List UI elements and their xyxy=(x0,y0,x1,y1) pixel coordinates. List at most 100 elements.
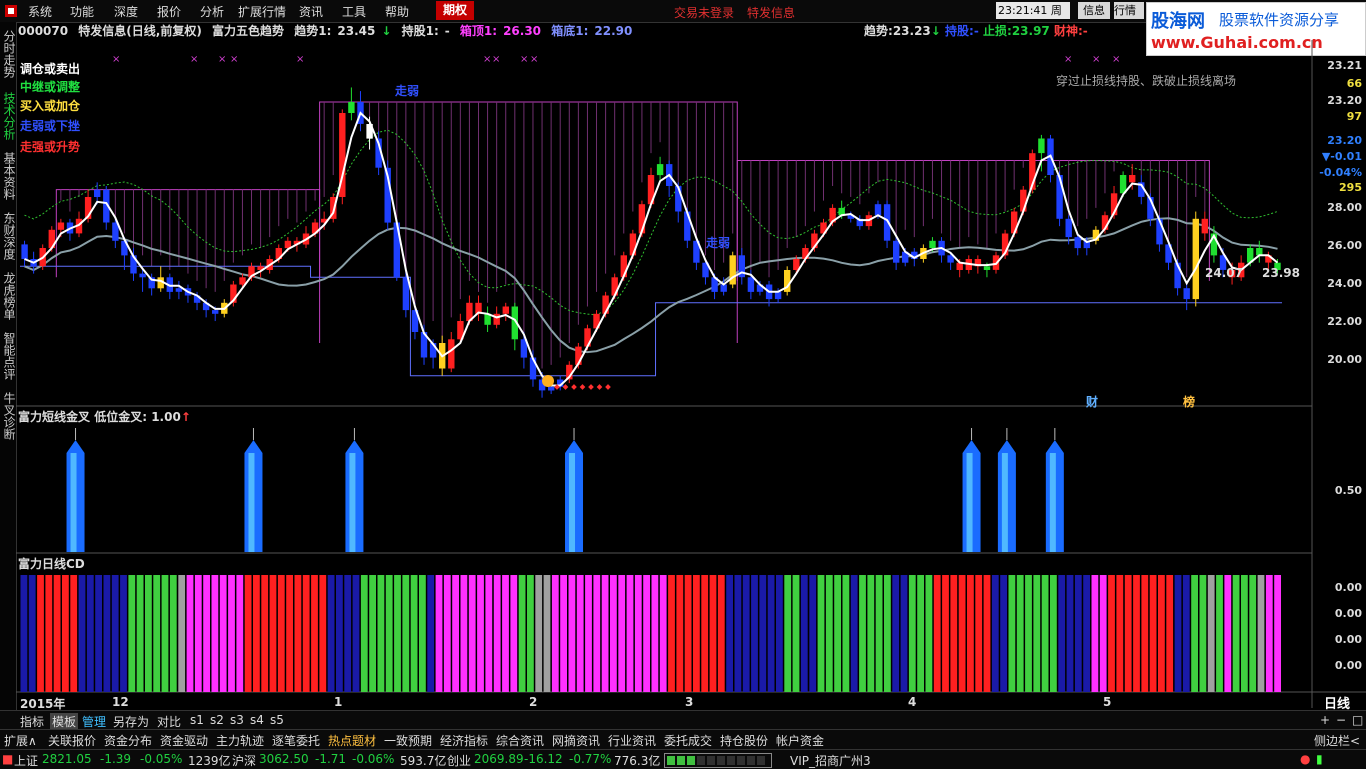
ranking-marker[interactable]: 榜 xyxy=(1183,393,1195,410)
meter-cell xyxy=(717,756,725,765)
vip-server[interactable]: VIP_招商广州3 xyxy=(790,752,871,769)
tab-account-funds[interactable]: 帐户资金 xyxy=(776,732,824,749)
tab-holdings[interactable]: 持仓股份 xyxy=(720,732,768,749)
cd-bar xyxy=(62,575,69,692)
cd-bar xyxy=(908,575,916,692)
axis-label: 24.00 xyxy=(1327,277,1362,290)
cd-bar xyxy=(551,575,559,692)
zoom-in-button[interactable]: + xyxy=(1320,713,1330,727)
market-strength-meter xyxy=(664,753,772,768)
cd-bar xyxy=(1083,575,1090,692)
zoom-out-button[interactable]: − xyxy=(1336,713,1346,727)
cd-bar xyxy=(1008,575,1016,692)
cd-bar xyxy=(1058,575,1066,692)
toolbar-s2[interactable]: s2 xyxy=(210,713,224,727)
cd-bar xyxy=(502,575,509,692)
tab-industry-news[interactable]: 行业资讯 xyxy=(608,732,656,749)
cd-bar xyxy=(203,575,210,692)
cd-bar xyxy=(543,575,551,692)
candle-body xyxy=(983,266,991,270)
hs-pct: -0.06% xyxy=(352,752,395,766)
price-label-b: 23.98 xyxy=(1262,266,1300,280)
cy-pct: -0.77% xyxy=(569,752,612,766)
toolbar-s4[interactable]: s4 xyxy=(250,713,264,727)
toolbar-s1[interactable]: s1 xyxy=(190,713,204,727)
tab-fund-drive[interactable]: 资金驱动 xyxy=(160,732,208,749)
cy-value: 2069.89 xyxy=(474,752,524,766)
cy-amount: 776.3亿 xyxy=(614,754,661,768)
cd-bar xyxy=(1174,575,1182,692)
sidebar-toggle[interactable]: 侧边栏< xyxy=(1314,732,1360,749)
cd-bar xyxy=(20,575,28,692)
tab-hot-topics[interactable]: 热点题材 xyxy=(328,732,376,749)
cd-bar xyxy=(917,575,924,692)
cd-bar xyxy=(892,575,900,692)
cd-bar xyxy=(369,575,376,692)
candle-body xyxy=(448,339,455,369)
maximize-button[interactable]: □ xyxy=(1352,713,1363,727)
meter-cells xyxy=(667,756,765,765)
tab-order-fills[interactable]: 委托成交 xyxy=(664,732,712,749)
cd-bar xyxy=(659,575,667,692)
candle-body xyxy=(1129,175,1136,183)
cd-bar xyxy=(684,575,692,692)
cd-bar xyxy=(1099,575,1107,692)
tab-web-news[interactable]: 网摘资讯 xyxy=(552,732,600,749)
signal-bar-cap xyxy=(1045,440,1064,453)
cd-bar xyxy=(153,575,161,692)
signal-bar-cap xyxy=(345,440,364,453)
tab-tick-orders[interactable]: 逐笔委托 xyxy=(272,732,320,749)
candle-body xyxy=(893,240,900,263)
signal-bar-cap xyxy=(962,440,981,453)
finance-marker[interactable]: 财 xyxy=(1086,393,1098,410)
toolbar-save-as[interactable]: 另存为 xyxy=(113,713,149,730)
tab-fund-distribution[interactable]: 资金分布 xyxy=(104,732,152,749)
cd-bar xyxy=(626,575,634,692)
tab-comprehensive-news[interactable]: 综合资讯 xyxy=(496,732,544,749)
panel2-name: 富力短线金叉 xyxy=(18,410,91,424)
tab-main-track[interactable]: 主力轨迹 xyxy=(216,732,264,749)
cd-bar xyxy=(1074,575,1082,692)
cd-bar xyxy=(950,575,958,692)
cd-bar xyxy=(419,575,426,692)
candle-body xyxy=(175,288,183,292)
tab-economic-indicators[interactable]: 经济指标 xyxy=(440,732,488,749)
panel2-axis-label: 0.50 xyxy=(1334,484,1362,497)
cd-bar xyxy=(1116,575,1124,692)
cd-bar xyxy=(734,575,742,692)
candle-body xyxy=(874,204,882,216)
cd-bar xyxy=(1158,575,1165,692)
axis-label: 22.00 xyxy=(1327,315,1362,328)
toolbar-manage[interactable]: 管理 xyxy=(82,713,106,730)
toolbar-s3[interactable]: s3 xyxy=(230,713,244,727)
panel3-title: 富力日线CD xyxy=(18,557,85,571)
cd-bar xyxy=(410,575,418,692)
cd-bar xyxy=(45,575,53,692)
cd-bar xyxy=(1041,575,1049,692)
cd-bar xyxy=(70,575,78,692)
axis-label-change: ▼-0.01 xyxy=(1314,150,1362,163)
cd-bar xyxy=(211,575,219,692)
cd-bar xyxy=(850,575,858,692)
cy-label[interactable]: 创业 xyxy=(447,752,471,769)
tab-consensus[interactable]: 一致预期 xyxy=(384,732,432,749)
toolbar-s5[interactable]: s5 xyxy=(270,713,284,727)
cd-bar xyxy=(1265,575,1273,692)
meter-cell xyxy=(697,756,705,765)
tab-expand[interactable]: 扩展∧ xyxy=(4,732,37,749)
cd-bar xyxy=(784,575,792,692)
cd-bar xyxy=(161,575,169,692)
hs-label[interactable]: 沪深 xyxy=(232,752,256,769)
toolbar-compare[interactable]: 对比 xyxy=(157,713,181,730)
candle-body xyxy=(1056,175,1063,219)
sh-label[interactable]: 上证 xyxy=(14,752,38,769)
candle-body xyxy=(57,222,65,230)
meter-cell xyxy=(687,756,695,765)
candle-body xyxy=(212,310,219,314)
sh-amount: 1239亿 xyxy=(188,754,231,768)
toolbar-indicator[interactable]: 指标 xyxy=(20,713,44,730)
toolbar-template[interactable]: 模板 xyxy=(50,713,79,730)
axis-change-value: -0.01 xyxy=(1330,150,1362,163)
axis-label: 23.20 xyxy=(1327,134,1362,147)
tab-related-quotes[interactable]: 关联报价 xyxy=(48,732,96,749)
